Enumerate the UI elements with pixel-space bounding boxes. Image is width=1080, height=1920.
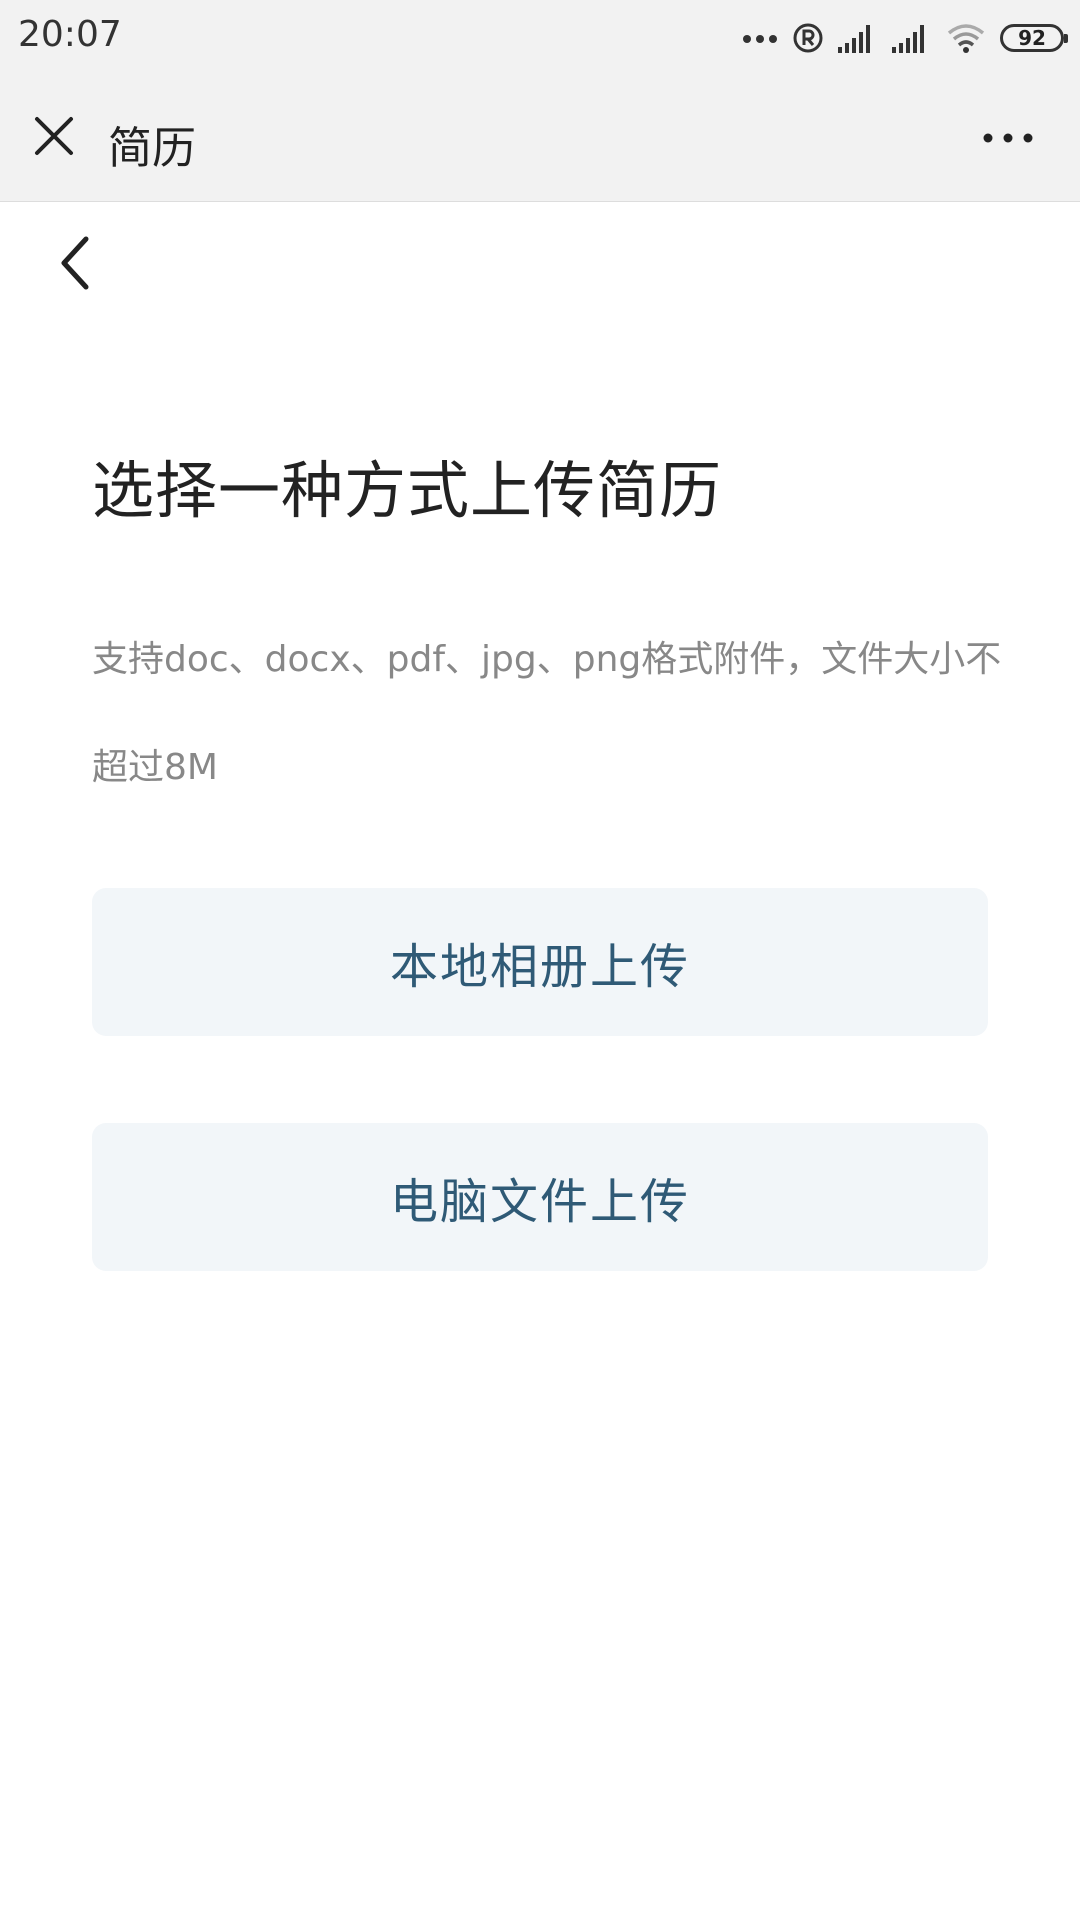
signal-icon (892, 25, 924, 53)
more-dots-icon (743, 35, 777, 43)
computer-upload-button[interactable]: 电脑文件上传 (92, 1123, 988, 1271)
battery-cap (1064, 34, 1068, 43)
battery-level: 92 (1018, 26, 1046, 50)
screen: 20:07 92 简历 选择一种方式上传简历 支持doc、docx、pdf、jp… (0, 0, 1080, 1920)
more-icon (983, 133, 1033, 143)
registered-icon (793, 23, 823, 53)
back-button[interactable] (44, 228, 104, 298)
wifi-icon (947, 24, 985, 53)
status-icons: 92 (742, 16, 1068, 60)
close-button[interactable] (24, 106, 84, 166)
page-heading: 选择一种方式上传简历 (92, 454, 723, 527)
format-description: 支持doc、docx、pdf、jpg、png格式附件，文件大小不超过8M (92, 639, 1002, 788)
album-upload-button[interactable]: 本地相册上传 (92, 888, 988, 1036)
page-title: 简历 (108, 123, 196, 174)
more-button[interactable] (976, 112, 1040, 164)
battery-icon: 92 (1000, 24, 1068, 52)
close-icon (35, 117, 73, 155)
chevron-left-icon (61, 236, 89, 290)
title-bar: 简历 (0, 76, 1080, 202)
signal-icon (838, 25, 870, 53)
status-time: 20:07 (18, 14, 122, 55)
status-bar: 20:07 92 (0, 0, 1080, 76)
